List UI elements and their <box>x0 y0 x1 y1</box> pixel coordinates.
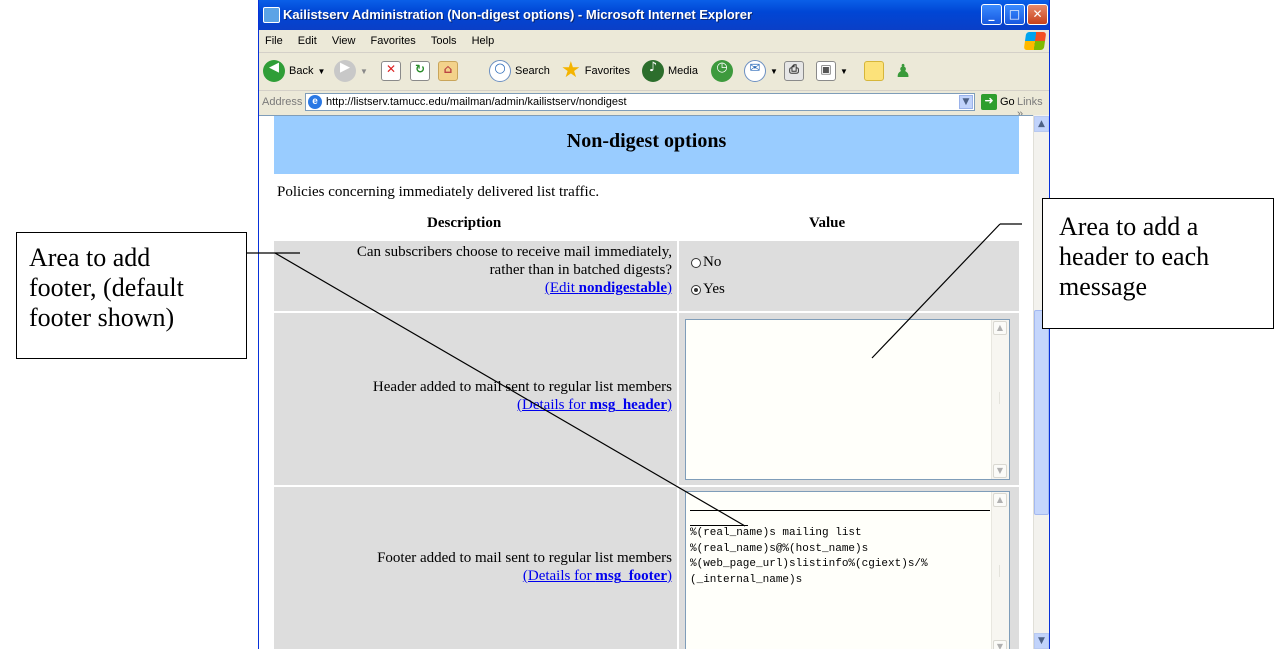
callout-pointer-lines <box>247 223 1022 527</box>
footer-pointer-line-diagonal <box>274 252 746 527</box>
header-pointer-line-diagonal <box>871 223 1001 359</box>
